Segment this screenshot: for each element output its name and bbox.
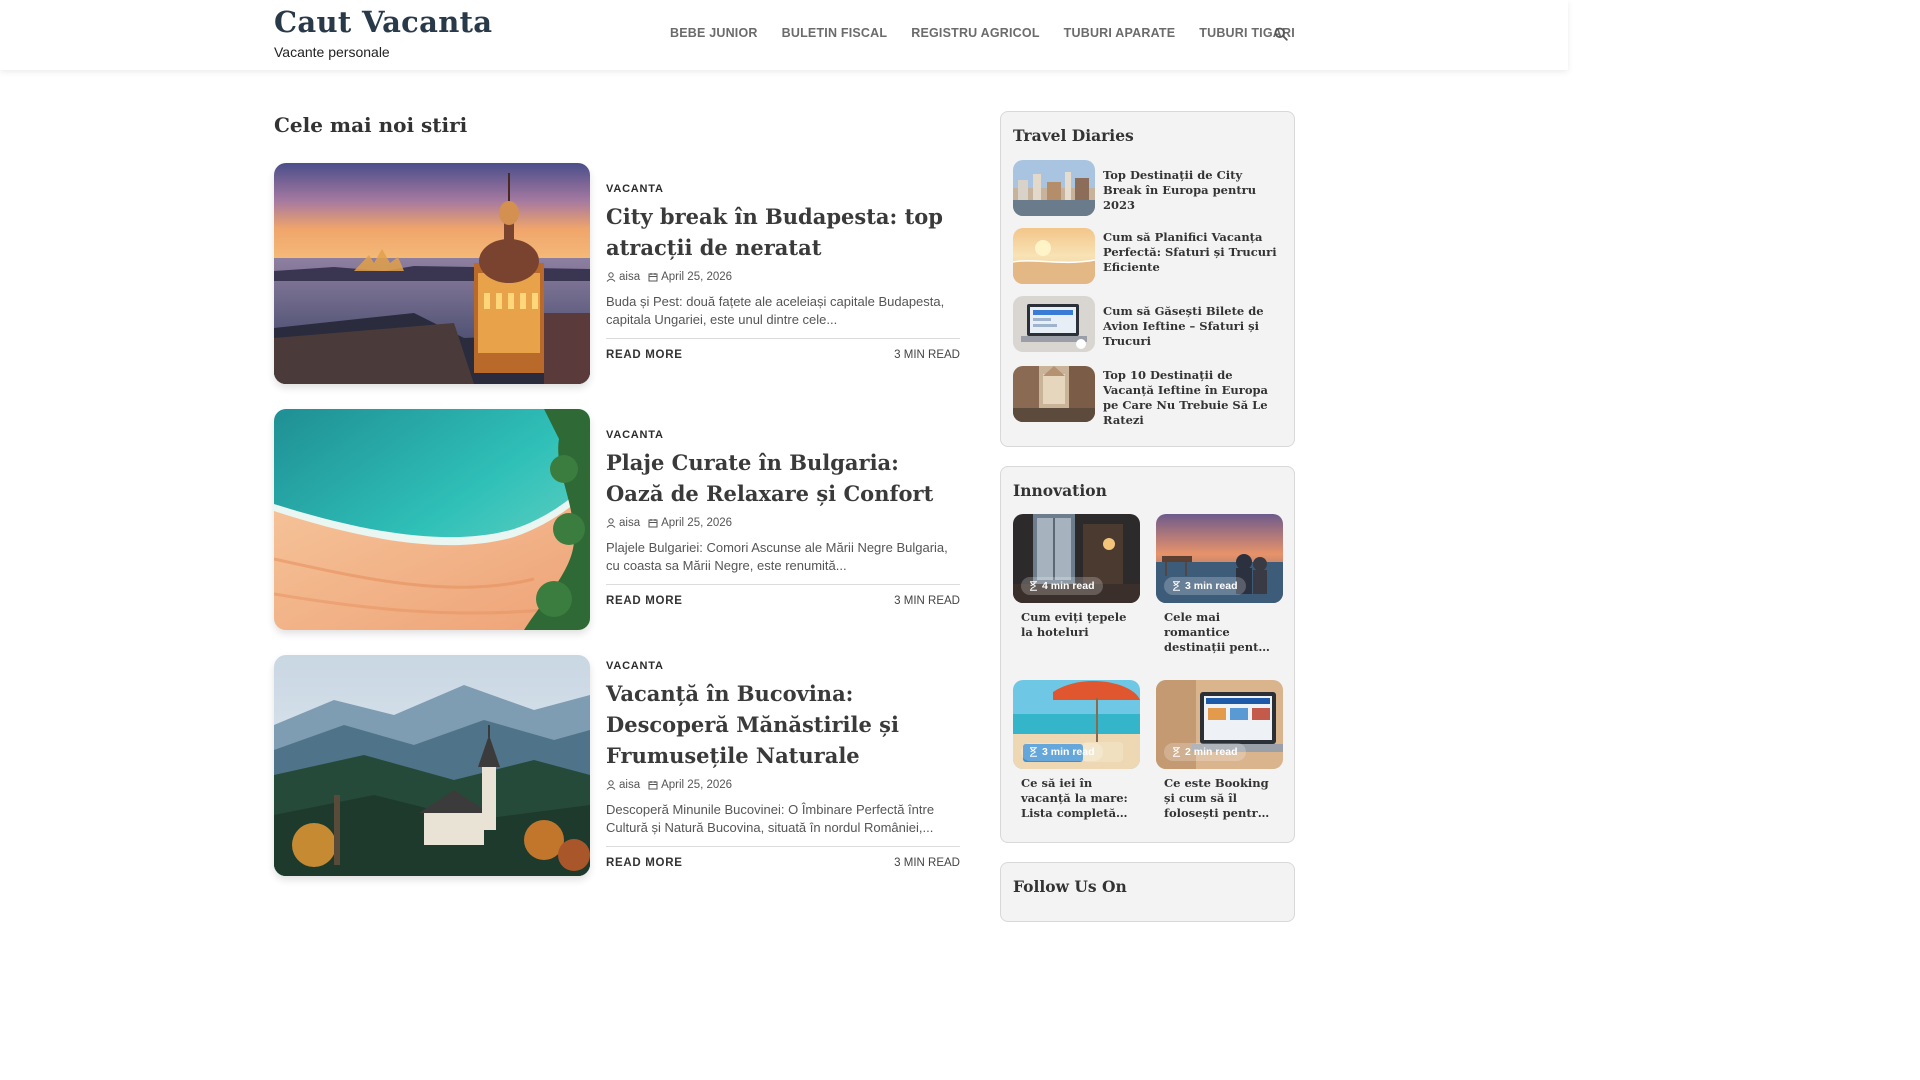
post-thumbnail[interactable] [274,163,590,384]
user-icon [606,780,616,790]
post-date-text: April 25, 2026 [661,271,733,283]
calendar-icon [648,781,658,790]
post-category[interactable]: VACANTA [606,660,960,672]
item-thumbnail[interactable] [1013,228,1095,284]
card-title[interactable]: Ce este Booking și cum să îl folosești p… [1156,769,1283,821]
card-thumbnail[interactable]: 4 min read [1013,514,1140,603]
item-thumbnail[interactable] [1013,366,1095,422]
post-excerpt: Descoperă Minunile Bucovinei: O Îmbinare… [606,802,935,835]
post-date: April 25, 2026 [648,779,732,791]
search-icon [1274,27,1288,41]
post-footer: READ MORE 3 MIN READ [606,846,960,869]
nav-item-buletin-fiscal[interactable]: BULETIN FISCAL [782,26,888,40]
read-more-link[interactable]: READ MORE [606,857,683,869]
card-title[interactable]: Cele mai romantice destinații pentru lun… [1156,603,1283,655]
list-item[interactable]: Top 10 Destinații de Vacanță Ieftine în … [1013,366,1283,427]
post-category[interactable]: VACANTA [606,429,960,441]
user-icon [606,518,616,528]
card[interactable]: 2 min read Ce este Booking și cum să îl … [1156,680,1283,821]
post-date-text: April 25, 2026 [661,517,733,529]
item-title[interactable]: Top Destinații de City Break în Europa p… [1103,168,1283,213]
card[interactable]: 3 min read Cele mai romantice destinații… [1156,514,1283,655]
calendar-icon [648,273,658,282]
post-date: April 25, 2026 [648,271,732,283]
calendar-icon [648,519,658,528]
badge-text: 3 min read [1042,746,1095,758]
nav-item-bebe-junior[interactable]: BEBE JUNIOR [670,26,758,40]
read-time: 3 MIN READ [894,349,960,361]
travel-diaries-widget: Travel Diaries Top Destinații de City Br… [1000,111,1295,447]
item-thumbnail[interactable] [1013,160,1095,216]
brand: Caut Vacanta Vacante personale [274,4,492,60]
card-thumbnail[interactable]: 3 min read [1013,680,1140,769]
read-time: 3 MIN READ [894,595,960,607]
hourglass-icon [1173,747,1180,757]
post-excerpt: Buda și Pest: două fațete ale aceleiași … [606,294,945,327]
post-meta: aisa April 25, 2026 [606,779,960,791]
post-author[interactable]: aisa [606,779,640,791]
post-category[interactable]: VACANTA [606,183,960,195]
post-body: VACANTA Plaje Curate în Bulgaria: Oază d… [606,409,960,607]
innovation-widget: Innovation 4 min read Cum eviți țepele l… [1000,466,1295,843]
nav-item-registru-agricol[interactable]: REGISTRU AGRICOL [911,26,1039,40]
hourglass-icon [1030,747,1037,757]
read-time-badge: 3 min read [1021,743,1103,761]
site-title[interactable]: Caut Vacanta [274,4,492,40]
post-title[interactable]: Vacanță în Bucovina: Descoperă Mănăstiri… [606,678,960,771]
section-title: Cele mai noi stiri [274,113,468,137]
card-thumbnail[interactable]: 2 min read [1156,680,1283,769]
widget-title: Follow Us On [1013,877,1127,896]
card-title[interactable]: Cum eviți țepele la hoteluri [1013,603,1140,640]
post-author-name: aisa [619,517,641,529]
nav-item-tuburi-aparate[interactable]: TUBURI APARATE [1064,26,1176,40]
hourglass-icon [1173,581,1180,591]
post-footer: READ MORE 3 MIN READ [606,338,960,361]
main-nav: BEBE JUNIOR BULETIN FISCAL REGISTRU AGRI… [670,26,1295,40]
card-title[interactable]: Ce să iei în vacanță la mare: Lista comp… [1013,769,1140,821]
badge-text: 4 min read [1042,580,1095,592]
post-title[interactable]: City break în Budapesta: top atracții de… [606,201,960,263]
post-meta: aisa April 25, 2026 [606,271,960,283]
widget-title: Travel Diaries [1013,126,1134,145]
site-header: Caut Vacanta Vacante personale BEBE JUNI… [0,0,1568,70]
read-more-link[interactable]: READ MORE [606,595,683,607]
list-item[interactable]: Cum să Planifici Vacanța Perfectă: Sfatu… [1013,228,1283,286]
follow-widget: Follow Us On [1000,862,1295,922]
card[interactable]: 3 min read Ce să iei în vacanță la mare:… [1013,680,1140,821]
item-title[interactable]: Cum să Găsești Bilete de Avion Ieftine –… [1103,304,1283,349]
widget-title: Innovation [1013,481,1107,500]
site-tagline: Vacante personale [274,44,390,60]
badge-text: 2 min read [1185,746,1238,758]
post-body: VACANTA City break în Budapesta: top atr… [606,163,960,361]
post-thumbnail[interactable] [274,409,590,630]
card-thumbnail[interactable]: 3 min read [1156,514,1283,603]
card[interactable]: 4 min read Cum eviți țepele la hoteluri [1013,514,1140,640]
post-thumbnail[interactable] [274,655,590,876]
read-time-badge: 4 min read [1021,577,1103,595]
search-button[interactable] [1274,27,1290,43]
list-item[interactable]: Cum să Găsești Bilete de Avion Ieftine –… [1013,296,1283,354]
badge-text: 3 min read [1185,580,1238,592]
post-author-name: aisa [619,779,641,791]
post-date-text: April 25, 2026 [661,779,733,791]
read-time-badge: 3 min read [1164,577,1246,595]
item-title[interactable]: Cum să Planifici Vacanța Perfectă: Sfatu… [1103,230,1283,275]
post-author-name: aisa [619,271,641,283]
read-time-badge: 2 min read [1164,743,1246,761]
post-footer: READ MORE 3 MIN READ [606,584,960,607]
post-author[interactable]: aisa [606,271,640,283]
hourglass-icon [1030,581,1037,591]
list-item[interactable]: Top Destinații de City Break în Europa p… [1013,160,1283,218]
post-date: April 25, 2026 [648,517,732,529]
user-icon [606,272,616,282]
read-time: 3 MIN READ [894,857,960,869]
post-title[interactable]: Plaje Curate în Bulgaria: Oază de Relaxa… [606,447,960,509]
item-title[interactable]: Top 10 Destinații de Vacanță Ieftine în … [1103,368,1283,428]
post-body: VACANTA Vacanță în Bucovina: Descoperă M… [606,655,960,869]
post-author[interactable]: aisa [606,517,640,529]
post-excerpt: Plajele Bulgariei: Comori Ascunse ale Mă… [606,540,948,573]
item-thumbnail[interactable] [1013,296,1095,352]
post-meta: aisa April 25, 2026 [606,517,960,529]
read-more-link[interactable]: READ MORE [606,349,683,361]
